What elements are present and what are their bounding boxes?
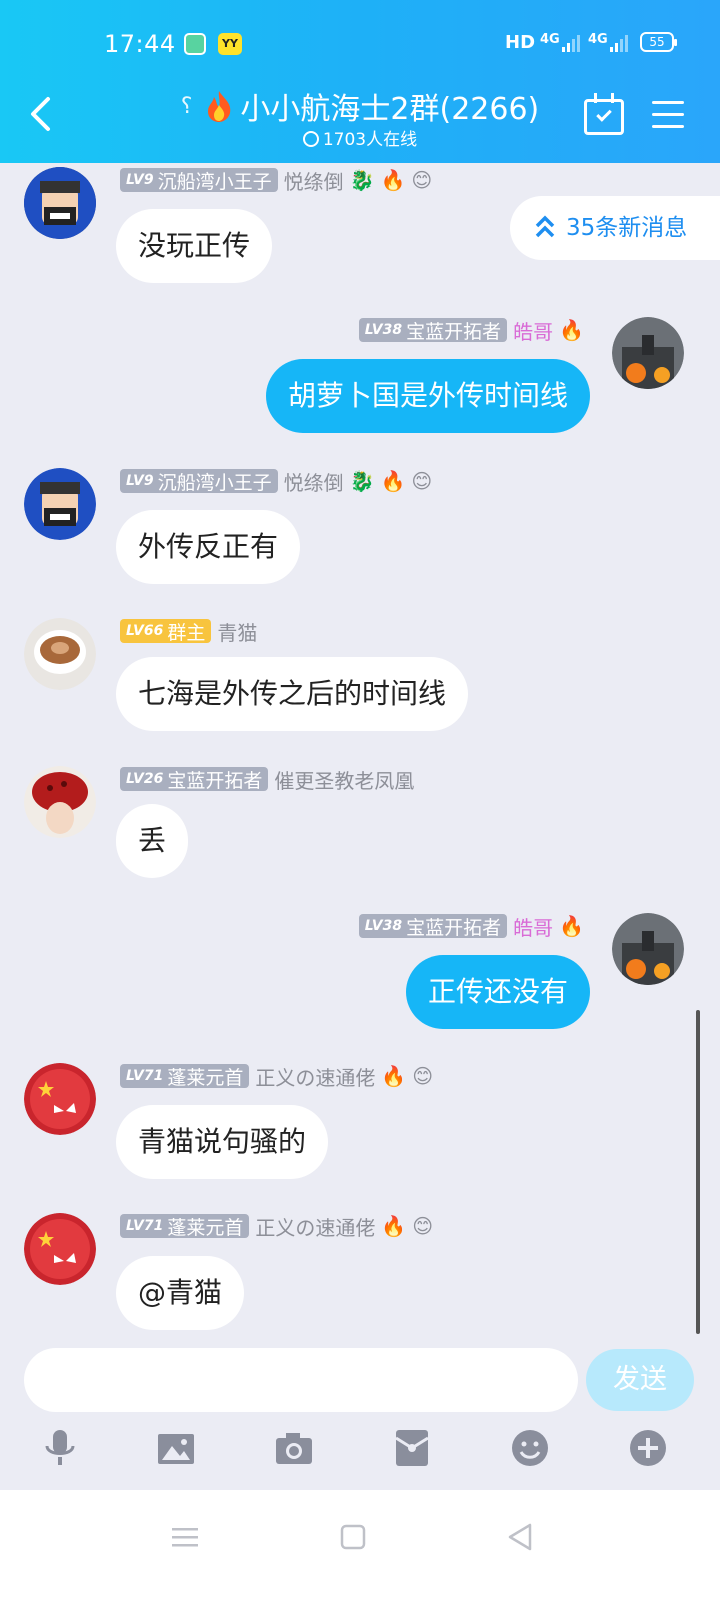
message-bubble[interactable]: 丢	[116, 804, 189, 878]
dragon-icon: 🐉	[349, 168, 375, 192]
red-packet-icon[interactable]	[390, 1426, 434, 1470]
message-bubble[interactable]: 青猫说句骚的	[116, 1105, 329, 1179]
sender-name: 皓哥	[513, 915, 554, 940]
avatar[interactable]	[24, 618, 96, 690]
fire-icon	[208, 91, 231, 122]
sender-name: 正义の速通佬	[255, 1215, 376, 1240]
fire-icon: 🔥	[380, 168, 406, 192]
calendar-check-icon[interactable]	[584, 93, 624, 135]
fire-icon: 🔥	[381, 1064, 407, 1088]
message-list[interactable]: LV9 沉船湾小王子 悦绦倒 🐉 🔥 😊 没玩正传 35条新消息 LV38 宝蓝开拓者 …	[0, 163, 720, 1363]
signal-bars-1-icon	[562, 34, 580, 52]
sender-meta: LV9 沉船湾小王子 悦绦倒 🐉 🔥 😊	[120, 167, 433, 194]
chat-header: 17:44 YY HD 4G 4G 55 ⸮ 小小航海士2群(2266) 170…	[0, 0, 720, 163]
sender-name: 悦绦倒	[283, 470, 344, 495]
avatar[interactable]	[24, 1063, 96, 1135]
plus-icon[interactable]	[626, 1426, 670, 1470]
level-badge: LV26 宝蓝开拓者	[120, 767, 269, 792]
owner-badge: LV66 群主	[120, 619, 212, 644]
menu-nav-icon[interactable]	[168, 1520, 202, 1554]
new-messages-label: 35条新消息	[566, 215, 688, 241]
sender-meta: LV71 蓬莱元首 正义の速通佬 🔥 😊	[120, 1213, 434, 1240]
battery-icon: 55	[640, 32, 677, 52]
sender-name: 皓哥	[513, 319, 554, 344]
fire-icon: 🔥	[380, 469, 406, 493]
smile-badge-icon: 😊	[412, 1064, 434, 1088]
sender-meta: LV38 宝蓝开拓者 皓哥 🔥	[358, 317, 584, 344]
level-badge: LV71 蓬莱元首	[120, 1064, 250, 1089]
smile-badge-icon: 😊	[412, 1214, 434, 1238]
fire-icon: 🔥	[559, 914, 584, 938]
ear-icon: ⸮	[180, 93, 193, 119]
message-bubble[interactable]: 胡萝卜国是外传时间线	[265, 359, 590, 433]
message-bubble[interactable]: 外传反正有	[116, 510, 301, 584]
message-bubble[interactable]: @青猫	[116, 1256, 245, 1330]
app-notification-icon	[184, 33, 206, 55]
sender-name: 青猫	[217, 620, 258, 645]
sender-name: 悦绦倒	[283, 169, 344, 194]
message-bubble[interactable]: 正传还没有	[405, 955, 590, 1029]
message-input[interactable]	[24, 1348, 578, 1412]
level-badge: LV9 沉船湾小王子	[120, 469, 278, 494]
level-badge: LV9 沉船湾小王子	[120, 168, 278, 193]
home-nav-icon[interactable]	[336, 1520, 370, 1554]
sender-meta: LV71 蓬莱元首 正义の速通佬 🔥 😊	[120, 1063, 434, 1090]
signal-label-1: 4G	[540, 32, 560, 47]
level-badge: LV71 蓬莱元首	[120, 1214, 250, 1239]
yy-app-icon: YY	[218, 33, 242, 55]
camera-icon[interactable]	[272, 1426, 316, 1470]
avatar[interactable]	[612, 913, 684, 985]
microphone-icon[interactable]	[38, 1426, 82, 1470]
signal-label-2: 4G	[588, 32, 608, 47]
check-circle-icon	[302, 131, 319, 147]
level-badge: LV38 宝蓝开拓者	[358, 318, 508, 343]
avatar[interactable]	[612, 317, 684, 389]
level-badge: LV38 宝蓝开拓者	[358, 914, 508, 939]
new-messages-button[interactable]: 35条新消息	[510, 196, 720, 260]
status-bar: 17:44 YY HD 4G 4G 55	[0, 28, 720, 60]
input-toolbar	[0, 1422, 720, 1482]
sender-name: 正义の速通佬	[255, 1065, 376, 1090]
fire-icon: 🔥	[381, 1214, 407, 1238]
image-icon[interactable]	[154, 1426, 198, 1470]
smile-badge-icon: 😊	[411, 168, 433, 192]
signal-bars-2-icon	[610, 34, 628, 52]
avatar[interactable]	[24, 468, 96, 540]
menu-icon[interactable]	[652, 101, 684, 129]
status-time: 17:44	[104, 30, 176, 58]
avatar[interactable]	[24, 167, 96, 239]
sender-meta: LV66 群主 青猫	[120, 618, 258, 645]
emoji-icon[interactable]	[508, 1426, 552, 1470]
system-nav-bar	[0, 1490, 720, 1600]
scrollbar[interactable]	[696, 1010, 700, 1334]
fire-icon: 🔥	[559, 318, 584, 342]
send-button[interactable]: 发送	[586, 1349, 694, 1411]
avatar[interactable]	[24, 766, 96, 838]
hd-indicator: HD	[505, 32, 536, 53]
back-nav-icon[interactable]	[504, 1520, 538, 1554]
input-bar: 发送	[0, 1340, 720, 1422]
sender-meta: LV9 沉船湾小王子 悦绦倒 🐉 🔥 😊	[120, 468, 433, 495]
avatar[interactable]	[24, 1213, 96, 1285]
message-bubble[interactable]: 七海是外传之后的时间线	[116, 657, 469, 731]
sender-name: 催更圣教老凤凰	[274, 768, 415, 793]
smile-badge-icon: 😊	[411, 469, 433, 493]
group-title: 小小航海士2群(2266)	[240, 92, 540, 127]
dragon-icon: 🐉	[349, 469, 375, 493]
sender-meta: LV38 宝蓝开拓者 皓哥 🔥	[358, 913, 584, 940]
message-bubble[interactable]: 没玩正传	[116, 209, 273, 283]
sender-meta: LV26 宝蓝开拓者 催更圣教老凤凰	[120, 766, 415, 793]
double-chevron-up-icon	[535, 215, 555, 238]
online-count-text: 1703人在线	[322, 130, 418, 150]
